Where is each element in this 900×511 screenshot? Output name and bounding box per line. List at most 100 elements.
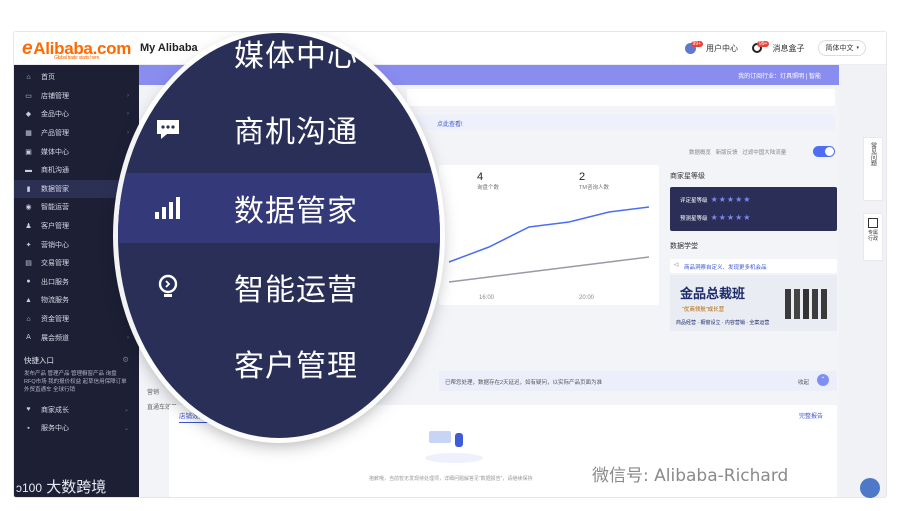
trend-line-chart — [448, 206, 650, 283]
tip-bar: 已帮您处理，数据存在2天延迟，如有疑问，以实际产品页面为准 收起 ⌃ — [439, 371, 837, 391]
filter-feedback[interactable]: 新版反馈 — [716, 150, 738, 156]
app-window: eAlibaba.com Global trade starts here. M… — [14, 32, 886, 497]
subscribed-industry[interactable]: 我的订阅行业：灯具照明 | 智能 — [738, 71, 821, 80]
chat-icon: ▬ — [25, 166, 32, 174]
banner-subtitle: “优商领航”成长营 — [682, 307, 725, 313]
user-center-link[interactable]: 99+ 用户中心 — [684, 41, 738, 54]
bulb-icon — [152, 271, 184, 303]
data-school-link-box: ◁ 商品洞察自定义、发现更多机会品 — [670, 259, 837, 273]
chevron-up-icon[interactable]: ⌃ — [817, 374, 829, 386]
star-rating: ★★★★★ — [710, 195, 752, 204]
x-tick-20: 20:00 — [579, 295, 595, 301]
user-center-badge: 99+ — [690, 41, 703, 47]
banner-people-image — [785, 289, 833, 319]
filter-overview[interactable]: 数据概览 — [689, 150, 711, 156]
lens-item-ops[interactable]: 智能运营 — [118, 253, 440, 321]
collapse-button[interactable]: 收起 — [798, 378, 809, 386]
series-line-1 — [448, 256, 650, 283]
sidebar-item-label: 店铺管理 — [41, 92, 69, 100]
chevron-down-icon: ▾ — [856, 45, 859, 51]
alibaba-logo[interactable]: eAlibaba.com Global trade starts here. — [22, 38, 131, 61]
logo-tagline: Global trade starts here. — [54, 55, 101, 61]
sidebar-item-label: 首页 — [41, 74, 55, 82]
notice-bar: 点此查看! — [407, 115, 835, 130]
sidebar-item-label: 商家成长 — [41, 406, 69, 414]
magnifier-lens: 媒体中心 商机沟通 数据管家 智能运营 客户管理 — [118, 33, 440, 438]
illustration-person — [455, 433, 463, 447]
wechat-watermark: 微信号: Alibaba-Richard — [592, 466, 789, 486]
banner-title: 金品总裁班 — [680, 287, 746, 302]
sidebar-item-label: 营销中心 — [41, 241, 69, 249]
sidebar-item-growth[interactable]: ♥ 商家成长 ⌄ — [14, 401, 139, 420]
notice-link[interactable]: 点此查看! — [437, 119, 463, 128]
filter-china-traffic: 过滤中国大陆流量 — [742, 150, 787, 156]
qr-icon — [868, 218, 878, 228]
full-report-link[interactable]: 完整报告 — [799, 411, 823, 420]
sidebar-item-service[interactable]: ▪ 服务中心 ⌄ — [14, 419, 139, 438]
promo-banner[interactable]: 金品总裁班 “优商领航”成长营 商品经营 · 橱窗设立 · 内容营销 · 全案运… — [670, 275, 837, 331]
faq-float-button[interactable]: 常见问题 — [863, 137, 883, 201]
brand-name: 大数跨境 — [46, 479, 107, 496]
bar-chart-icon — [152, 192, 184, 224]
series-line-0 — [448, 206, 650, 263]
level-row-label: 预测星等级 — [680, 216, 708, 222]
empty-state-illustration — [425, 427, 485, 467]
stat-tm: 2 TM咨询人数 — [579, 171, 609, 191]
avatar — [860, 478, 880, 498]
service-icon: ▪ — [27, 424, 30, 432]
sidebar-item-label: 智能运营 — [41, 204, 69, 212]
expo-icon: A — [26, 334, 31, 342]
support-label: 专属行政 — [867, 230, 878, 242]
language-label: 简体中文 — [825, 45, 854, 52]
data-school-link[interactable]: 商品洞察自定义、发现更多机会品 — [684, 263, 767, 271]
sidebar-item-label: 客户管理 — [41, 223, 69, 231]
marketing-icon: ✦ — [25, 241, 32, 249]
lens-item-label: 商机沟通 — [234, 115, 358, 150]
sidebar-item-label: 出口服务 — [41, 278, 69, 286]
level-row-label: 评定星等级 — [680, 198, 708, 204]
chevron-down-icon: ⌄ — [123, 407, 129, 414]
media-icon — [152, 37, 184, 69]
sidebar-item-label: 产品管理 — [41, 130, 69, 138]
home-icon: ⌂ — [26, 73, 31, 81]
language-select[interactable]: 简体中文 ▾ — [818, 40, 866, 56]
banner-topics: 商品经营 · 橱窗设立 · 内容营销 · 全案运营 — [676, 320, 770, 326]
illustration-floor — [425, 453, 483, 463]
stats-panel: 4 询盘个数 2 TM咨询人数 16:00 20:00 — [439, 165, 659, 305]
lens-item-label: 客户管理 — [234, 349, 358, 384]
sidebar-item-label: 服务中心 — [41, 425, 69, 433]
stat-value: 2 — [579, 171, 586, 183]
user-center-label: 用户中心 — [706, 43, 738, 53]
x-tick-16: 16:00 — [479, 295, 495, 301]
support-float-button[interactable]: 专属行政 — [863, 213, 883, 261]
brand-logo: ↄ100 — [16, 481, 43, 495]
message-box-label: 消息盒子 — [772, 43, 805, 53]
star-rating: ★★★★★ — [710, 213, 752, 222]
trade-icon: ▤ — [25, 260, 32, 268]
bar-chart-svg — [155, 197, 180, 219]
level-row-predicted: 预测星等级 ★★★★★ — [680, 213, 751, 222]
illustration-monitor — [429, 431, 451, 443]
merchant-level-title: 商家星等级 — [670, 173, 705, 180]
message-box-link[interactable]: 99+ 消息盒子 — [752, 41, 805, 54]
heart-icon: ♥ — [26, 406, 31, 414]
lens-item-chat[interactable]: 商机沟通 — [118, 95, 440, 163]
faq-label: 常见问题 — [869, 142, 876, 166]
store-icon: ▭ — [25, 92, 32, 100]
tip-text: 已帮您处理，数据存在2天延迟，如有疑问，以实际产品页面为准 — [445, 380, 603, 386]
search-row — [407, 89, 835, 106]
lens-item-customers[interactable]: 客户管理 — [118, 329, 440, 397]
lens-item-label: 智能运营 — [234, 273, 358, 308]
top-bar-actions: 99+ 用户中心 99+ 消息盒子 简体中文 ▾ — [684, 40, 866, 56]
lens-item-label: 数据管家 — [234, 194, 358, 229]
bar-chart-icon: ▮ — [26, 185, 31, 193]
sidebar-item-label: 媒体中心 — [41, 148, 69, 156]
lens-item-media[interactable]: 媒体中心 — [118, 33, 440, 87]
bank-icon: ⌂ — [26, 315, 31, 323]
merchant-level-card: 评定星等级 ★★★★★ 预测星等级 ★★★★★ — [670, 187, 837, 231]
brand-watermark: ↄ100 大数跨境 — [14, 476, 106, 497]
user-icon: ♟ — [25, 223, 32, 231]
lens-item-data[interactable]: 数据管家 — [118, 173, 440, 243]
chat-icon — [152, 113, 184, 145]
china-traffic-toggle[interactable] — [813, 146, 835, 157]
